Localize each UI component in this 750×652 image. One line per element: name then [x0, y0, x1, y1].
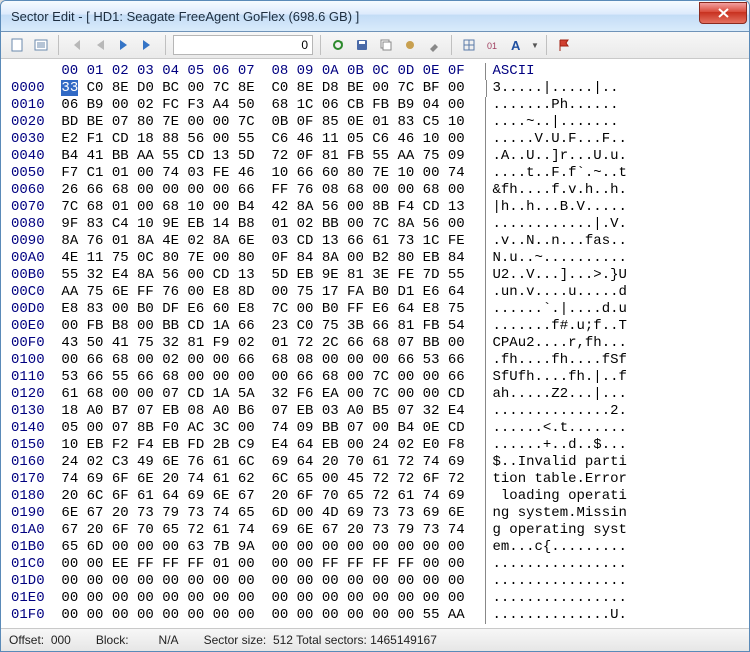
separator	[546, 35, 547, 55]
refresh-icon	[331, 38, 345, 52]
close-icon	[718, 8, 729, 18]
separator	[320, 35, 321, 55]
sector-edit-window: Sector Edit - [ HD1: Seagate FreeAgent G…	[0, 0, 750, 652]
nav-first[interactable]	[66, 35, 86, 55]
copy-icon	[379, 38, 393, 52]
first-icon	[69, 39, 83, 51]
page-icon	[10, 38, 24, 52]
tool1-button[interactable]	[459, 35, 479, 55]
last-icon	[141, 39, 155, 51]
wrench-icon	[427, 38, 441, 52]
status-block: Block: N/A	[96, 633, 179, 647]
svg-text:A: A	[511, 38, 521, 52]
action2-button[interactable]	[424, 35, 444, 55]
nav-last[interactable]	[138, 35, 158, 55]
hex-view[interactable]: 00 01 02 03 04 05 06 07 08 09 0A 0B 0C 0…	[1, 59, 749, 628]
statusbar: Offset: 000 Block: N/A Sector size: 512 …	[1, 628, 749, 651]
close-button[interactable]	[699, 2, 747, 24]
prev-icon	[94, 39, 106, 51]
separator	[165, 35, 166, 55]
tool2-button[interactable]: 01	[483, 35, 503, 55]
copy-button[interactable]	[376, 35, 396, 55]
status-offset: Offset: 000	[9, 633, 71, 647]
action1-button[interactable]	[400, 35, 420, 55]
status-sector: Sector size: 512 Total sectors: 14651491…	[204, 633, 437, 647]
font-button[interactable]: A	[507, 35, 527, 55]
save-button[interactable]	[352, 35, 372, 55]
separator	[58, 35, 59, 55]
separator	[451, 35, 452, 55]
dropdown-arrow[interactable]: ▼	[531, 41, 539, 50]
gear-icon	[403, 38, 417, 52]
toolbar: 01 A ▼	[1, 32, 749, 59]
titlebar[interactable]: Sector Edit - [ HD1: Seagate FreeAgent G…	[1, 1, 749, 32]
refresh-button[interactable]	[328, 35, 348, 55]
flag-icon	[557, 38, 571, 52]
nav-prev[interactable]	[90, 35, 110, 55]
binary-icon: 01	[486, 38, 500, 52]
list-button[interactable]	[31, 35, 51, 55]
flag-button[interactable]	[554, 35, 574, 55]
list-icon	[34, 38, 48, 52]
new-button[interactable]	[7, 35, 27, 55]
nav-next[interactable]	[114, 35, 134, 55]
window-title: Sector Edit - [ HD1: Seagate FreeAgent G…	[11, 9, 699, 24]
next-icon	[118, 39, 130, 51]
offset-input[interactable]	[173, 35, 313, 55]
font-icon: A	[510, 38, 524, 52]
grid-icon	[462, 38, 476, 52]
floppy-icon	[355, 38, 369, 52]
svg-text:01: 01	[487, 41, 497, 51]
